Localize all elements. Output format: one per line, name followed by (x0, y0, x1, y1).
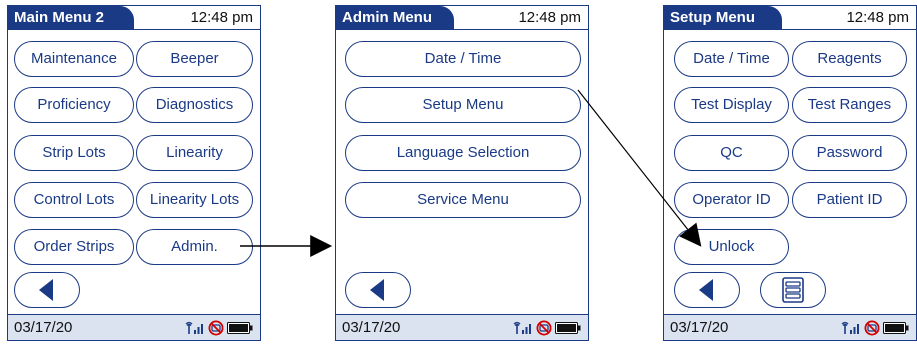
back-button[interactable] (345, 272, 411, 308)
linearity-button[interactable]: Linearity (136, 135, 253, 171)
clock: 12:48 pm (190, 9, 253, 26)
no-connection-icon (864, 320, 880, 336)
no-connection-icon (208, 320, 224, 336)
screen-title: Setup Menu (664, 6, 782, 29)
status-bar: 03/17/20 (664, 314, 916, 340)
qc-button[interactable]: QC (674, 135, 789, 171)
status-icons (513, 320, 581, 336)
test-ranges-button[interactable]: Test Ranges (792, 87, 907, 123)
title-bar: Main Menu 2 12:48 pm (8, 6, 260, 30)
title-bar: Admin Menu 12:48 pm (336, 6, 588, 30)
status-icons (185, 320, 253, 336)
patient-id-button[interactable]: Patient ID (792, 182, 907, 218)
control-lots-button[interactable]: Control Lots (14, 182, 134, 218)
date-time-button[interactable]: Date / Time (674, 41, 789, 77)
battery-icon (555, 322, 581, 334)
screen-title: Admin Menu (336, 6, 454, 29)
signal-antenna-icon (841, 321, 859, 334)
reagents-button[interactable]: Reagents (792, 41, 907, 77)
order-strips-button[interactable]: Order Strips (14, 229, 134, 265)
strip-lots-button[interactable]: Strip Lots (14, 135, 134, 171)
status-icons (841, 320, 909, 336)
unlock-button[interactable]: Unlock (674, 229, 789, 265)
language-selection-button[interactable]: Language Selection (345, 135, 581, 171)
no-connection-icon (536, 320, 552, 336)
signal-antenna-icon (185, 321, 203, 334)
password-button[interactable]: Password (792, 135, 907, 171)
layout-button[interactable] (760, 272, 826, 308)
beeper-button[interactable]: Beeper (136, 41, 253, 77)
status-bar: 03/17/20 (336, 314, 588, 340)
main-menu-2-screen: Main Menu 2 12:48 pm Maintenance Beeper … (7, 5, 261, 341)
setup-menu-button[interactable]: Setup Menu (345, 87, 581, 123)
list-layout-icon (782, 277, 804, 303)
back-button[interactable] (14, 272, 80, 308)
diagnostics-button[interactable]: Diagnostics (136, 87, 253, 123)
admin-menu-screen: Admin Menu 12:48 pm Date / Time Setup Me… (335, 5, 589, 341)
status-date: 03/17/20 (342, 319, 401, 336)
battery-icon (883, 322, 909, 334)
back-button[interactable] (674, 272, 740, 308)
status-bar: 03/17/20 (8, 314, 260, 340)
status-date: 03/17/20 (14, 319, 73, 336)
title-bar: Setup Menu 12:48 pm (664, 6, 916, 30)
admin-button[interactable]: Admin. (136, 229, 253, 265)
signal-antenna-icon (513, 321, 531, 334)
maintenance-button[interactable]: Maintenance (14, 41, 134, 77)
test-display-button[interactable]: Test Display (674, 87, 789, 123)
linearity-lots-button[interactable]: Linearity Lots (136, 182, 253, 218)
operator-id-button[interactable]: Operator ID (674, 182, 789, 218)
battery-icon (227, 322, 253, 334)
back-arrow-icon (698, 279, 713, 301)
status-date: 03/17/20 (670, 319, 729, 336)
setup-menu-screen: Setup Menu 12:48 pm Date / Time Reagents… (663, 5, 917, 341)
date-time-button[interactable]: Date / Time (345, 41, 581, 77)
clock: 12:48 pm (846, 9, 909, 26)
proficiency-button[interactable]: Proficiency (14, 87, 134, 123)
service-menu-button[interactable]: Service Menu (345, 182, 581, 218)
screen-title: Main Menu 2 (8, 6, 134, 29)
back-arrow-icon (369, 279, 384, 301)
clock: 12:48 pm (518, 9, 581, 26)
back-arrow-icon (38, 279, 53, 301)
